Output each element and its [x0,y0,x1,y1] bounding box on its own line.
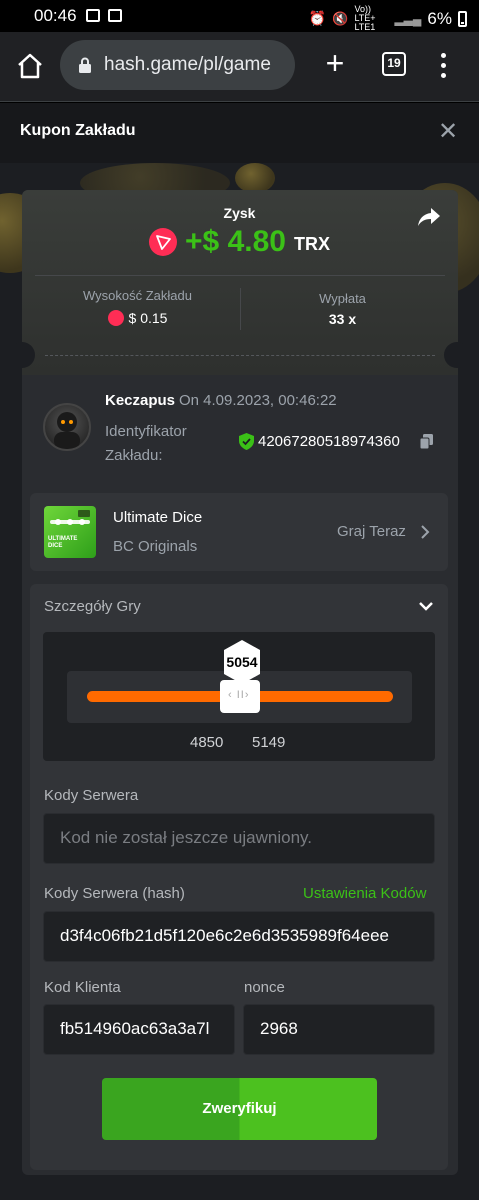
more-menu-icon[interactable] [434,50,452,80]
chevron-down-icon[interactable] [418,600,434,612]
game-thumbnail: ULTIMATE DICE [44,506,96,558]
payout-label: Wypłata [319,291,366,306]
game-thumb-label: ULTIMATE DICE [48,536,78,549]
trx-icon [107,310,124,326]
alarm-icon: ⏰ [308,10,327,26]
server-seed-placeholder: Kod nie został jeszcze ujawniony. [60,828,312,847]
shield-check-icon [239,433,254,450]
lock-icon [79,57,91,73]
notification-icon [108,9,122,22]
status-time: 00:46 [34,6,77,25]
game-name: Ultimate Dice [113,509,203,526]
divider [35,275,445,276]
nonce-value: 2968 [260,1019,298,1038]
server-seed-field[interactable]: Kod nie został jeszcze ujawniony. [43,813,435,864]
server-seed-label: Kody Serwera [44,787,139,804]
home-icon[interactable] [15,51,45,81]
game-provider: BC Originals [113,538,198,555]
server-hash-value: d3f4c06fb21d5f120e6c2e6d3535989f64eee [60,926,389,945]
slider-grip-icon: ‹ II› [228,689,250,701]
verify-button[interactable]: Zweryfikuj [102,1078,377,1140]
ticket-notch [9,342,35,368]
ticket-notch [444,342,470,368]
range-low: 4850 [190,734,224,751]
address-bar[interactable]: hash.game/pl/game [60,40,295,90]
bet-amount-label: Wysokość Zakładu [83,288,192,303]
signal-icon: ▂▃▄ [394,11,422,26]
mute-icon: 🔇 [332,10,349,26]
bet-date: On 4.09.2023, 00:46:22 [179,392,337,409]
browser-toolbar: hash.game/pl/game + 19 [0,32,479,102]
client-seed-label: Kod Klienta [44,979,121,996]
nonce-label: nonce [244,979,285,996]
range-high: 5149 [252,734,286,751]
coin-decoration [235,163,275,193]
divider [240,288,241,330]
close-icon[interactable]: ✕ [437,120,459,144]
new-tab-icon[interactable]: + [320,47,350,79]
avatar [43,403,91,451]
chevron-right-icon[interactable] [420,524,430,540]
copy-icon[interactable] [420,434,433,449]
status-right: ⏰ 🔇 Vo)) LTE+ LTE1 ▂▃▄ 6% [309,5,467,32]
user-name[interactable]: Keczapus [105,392,175,409]
bet-id: 42067280518974360 [258,433,400,450]
client-seed-field[interactable]: fb514960ac63a3a7l [43,1004,235,1055]
trx-icon [149,228,178,256]
modal-title: Kupon Zakładu [20,122,136,139]
bet-amount-text: $ 0.15 [128,310,168,326]
ticket-divider [45,355,435,356]
payout-value: 33 x [328,311,357,327]
url-text: hash.game/pl/game [104,54,271,75]
modal-header: Kupon Zakładu ✕ [0,103,479,163]
dice-result: 5054 [226,654,258,670]
profit-amount: +$ 4.80 [185,225,286,258]
verify-label: Zweryfikuj [202,1100,277,1117]
status-bar: 00:46 ⏰ 🔇 Vo)) LTE+ LTE1 ▂▃▄ 6% [0,0,479,32]
network-label: Vo)) LTE+ LTE1 [354,4,376,32]
profit-label: Zysk [223,205,256,221]
nonce-field[interactable]: 2968 [243,1004,435,1055]
client-seed-value: fb514960ac63a3a7l [60,1019,210,1038]
server-hash-field[interactable]: d3f4c06fb21d5f120e6c2e6d3535989f64eee [43,911,435,962]
server-hash-label: Kody Serwera (hash) [44,885,185,902]
tab-switcher-button[interactable]: 19 [382,52,406,76]
seed-settings-link[interactable]: Ustawienia Kodów [303,885,426,902]
profit-row: +$ 4.80 TRX [0,225,479,259]
bet-amount-value: $ 0.15 [60,310,215,326]
profit-currency: TRX [293,233,330,254]
play-now-link[interactable]: Graj Teraz [337,523,406,540]
battery-icon [458,10,467,27]
share-icon[interactable] [416,206,442,228]
battery-label: 6% [427,8,452,28]
gallery-icon [86,9,100,22]
details-title[interactable]: Szczegóły Gry [44,598,141,615]
bet-id-label: Identyfikator Zakładu: [105,423,187,464]
